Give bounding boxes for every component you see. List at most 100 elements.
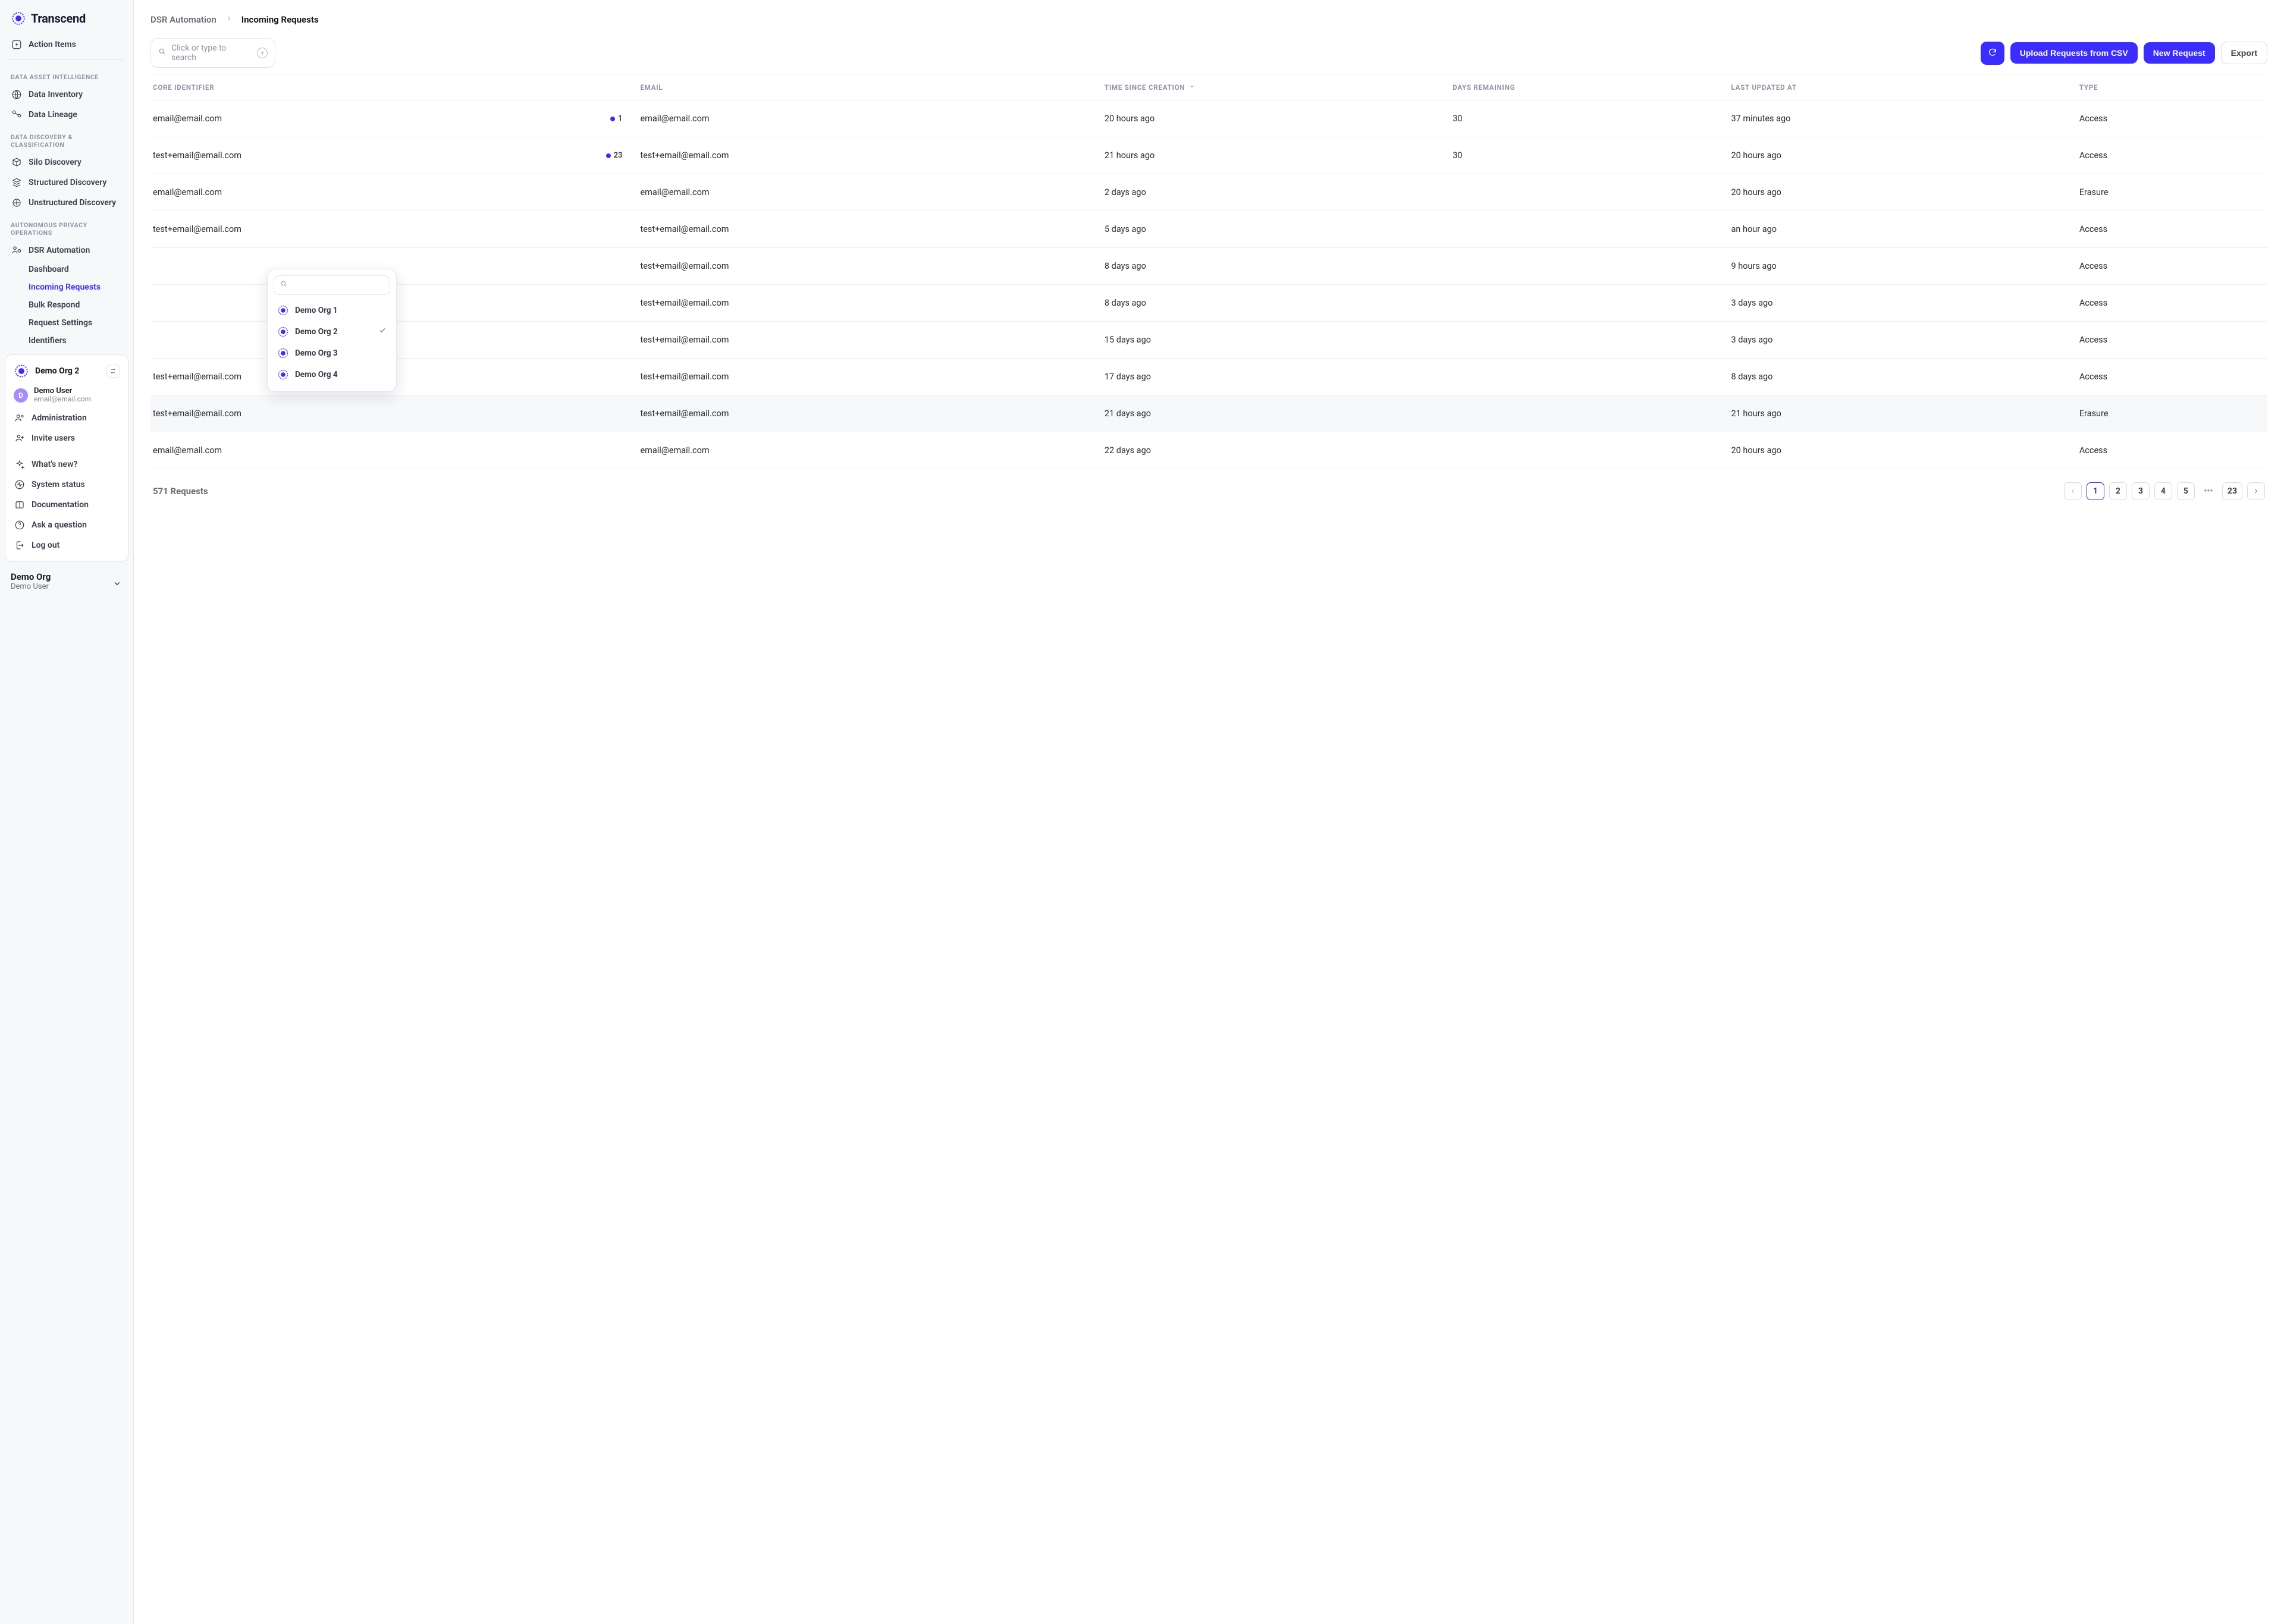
- page-1[interactable]: 1: [2087, 482, 2104, 500]
- link-documentation[interactable]: Documentation: [9, 495, 124, 515]
- col-days[interactable]: DAYS REMAINING: [1452, 83, 1731, 92]
- table-row[interactable]: test+email@email.com8 days ago 9 hours ag…: [150, 248, 2267, 285]
- org-logo-icon: [14, 363, 29, 379]
- admin-icon: [14, 412, 26, 424]
- badge: 23: [606, 151, 641, 160]
- cell-type: Erasure: [2079, 409, 2265, 419]
- link-administration[interactable]: Administration: [9, 408, 124, 428]
- link-label: Ask a question: [32, 520, 87, 530]
- page-next[interactable]: [2247, 482, 2265, 500]
- cell-since: 5 days ago: [1105, 224, 1452, 234]
- org-footer[interactable]: Demo Org Demo User: [0, 566, 133, 599]
- nav-data-inventory[interactable]: Data Inventory: [0, 84, 133, 105]
- cell-updated: 8 days ago: [1731, 372, 2079, 382]
- upload-csv-button[interactable]: Upload Requests from CSV: [2010, 42, 2138, 64]
- cell-since: 8 days ago: [1105, 261, 1452, 271]
- cell-email: test+email@email.com: [640, 409, 1104, 419]
- link-invite-users[interactable]: Invite users: [9, 428, 124, 448]
- cell-type: Access: [2079, 114, 2265, 124]
- table-row[interactable]: email@email.comemail@email.com2 days ago…: [150, 174, 2267, 211]
- nav-action-items[interactable]: Action Items: [0, 34, 133, 55]
- link-ask-question[interactable]: Ask a question: [9, 515, 124, 535]
- page-last[interactable]: 23: [2222, 482, 2242, 500]
- nav-dsr-automation[interactable]: DSR Automation: [0, 240, 133, 260]
- page-5[interactable]: 5: [2177, 482, 2195, 500]
- bolt-icon: [11, 39, 23, 51]
- page-2[interactable]: 2: [2109, 482, 2127, 500]
- breadcrumb: DSR Automation Incoming Requests: [150, 11, 2267, 38]
- org-logo-icon: [277, 326, 289, 338]
- table-row[interactable]: test+email@email.com15 days ago3 days ag…: [150, 322, 2267, 359]
- org-search-input[interactable]: [274, 275, 390, 295]
- org-option[interactable]: Demo Org 1: [274, 300, 390, 321]
- link-logout[interactable]: Log out: [9, 535, 124, 555]
- nav-bulk-respond[interactable]: Bulk Respond: [0, 296, 133, 314]
- table-row[interactable]: test+email@email.comtest+email@email.com…: [150, 211, 2267, 248]
- section-dd: DATA DISCOVERY & CLASSIFICATION: [0, 125, 133, 152]
- nav-silo-discovery[interactable]: Silo Discovery: [0, 152, 133, 172]
- cell-updated: 20 hours ago: [1731, 187, 2079, 197]
- page-ellipsis: •••: [2200, 482, 2217, 500]
- brand[interactable]: Transcend: [0, 7, 133, 34]
- nav-unstructured-discovery[interactable]: Unstructured Discovery: [0, 193, 133, 213]
- cell-since: 22 days ago: [1105, 445, 1452, 456]
- main-content: DSR Automation Incoming Requests Click o…: [134, 0, 2284, 1624]
- cell-email: test+email@email.com: [640, 261, 1104, 271]
- table-row[interactable]: test+email@email.com8 days ago3 days ago…: [150, 285, 2267, 322]
- cell-updated: 9 hours ago: [1731, 261, 2079, 271]
- page-3[interactable]: 3: [2132, 482, 2150, 500]
- col-core[interactable]: CORE IDENTIFIER: [153, 83, 640, 92]
- plus-icon[interactable]: +: [257, 48, 268, 58]
- dot-icon: [610, 117, 615, 121]
- link-system-status[interactable]: System status: [9, 475, 124, 495]
- cell-since: 21 hours ago: [1105, 150, 1452, 161]
- org-option[interactable]: Demo Org 3: [274, 343, 390, 364]
- row-count: 571 Requests: [153, 486, 208, 497]
- nav-identifiers[interactable]: Identifiers: [0, 332, 133, 350]
- table-row[interactable]: email@email.comemail@email.com22 days ag…: [150, 432, 2267, 469]
- col-since[interactable]: TIME SINCE CREATION: [1105, 83, 1452, 92]
- table-header: CORE IDENTIFIER EMAIL TIME SINCE CREATIO…: [150, 74, 2267, 100]
- nav-dashboard[interactable]: Dashboard: [0, 260, 133, 278]
- chevron-down-icon: [1188, 83, 1196, 92]
- col-email[interactable]: EMAIL: [640, 83, 1104, 92]
- org-switcher-popover: Demo Org 1Demo Org 2Demo Org 3Demo Org 4: [267, 269, 397, 392]
- breadcrumb-current: Incoming Requests: [241, 14, 319, 25]
- org-option[interactable]: Demo Org 4: [274, 364, 390, 385]
- nav-data-lineage[interactable]: Data Lineage: [0, 105, 133, 125]
- export-button[interactable]: Export: [2221, 42, 2267, 64]
- refresh-button[interactable]: [1981, 42, 2004, 65]
- breadcrumb-parent[interactable]: DSR Automation: [150, 14, 217, 25]
- status-icon: [14, 479, 26, 491]
- cell-type: Access: [2079, 224, 2265, 234]
- col-updated[interactable]: LAST UPDATED AT: [1731, 83, 2079, 92]
- page-prev[interactable]: [2064, 482, 2082, 500]
- cell-type: Access: [2079, 372, 2265, 382]
- table-row[interactable]: test+email@email.com23test+email@email.c…: [150, 137, 2267, 174]
- cell-type: Access: [2079, 261, 2265, 271]
- link-label: What's new?: [32, 460, 77, 469]
- table-row[interactable]: test+email@email.comtest+email@email.com…: [150, 359, 2267, 395]
- cell-core: email@email.com: [153, 187, 222, 197]
- nav-incoming-requests[interactable]: Incoming Requests: [0, 278, 133, 296]
- org-option[interactable]: Demo Org 2: [274, 321, 390, 343]
- logout-icon: [14, 539, 26, 551]
- help-icon: [14, 519, 26, 531]
- link-label: Documentation: [32, 500, 89, 510]
- new-request-button[interactable]: New Request: [2144, 42, 2215, 64]
- link-whats-new[interactable]: What's new?: [9, 454, 124, 475]
- link-label: Administration: [32, 413, 87, 423]
- org-switcher[interactable]: Demo Org 2: [9, 361, 124, 385]
- table-row[interactable]: test+email@email.comtest+email@email.com…: [150, 395, 2267, 432]
- nav-request-settings[interactable]: Request Settings: [0, 314, 133, 332]
- invite-icon: [14, 432, 26, 444]
- col-type[interactable]: TYPE: [2079, 83, 2265, 92]
- table-row[interactable]: email@email.com1email@email.com20 hours …: [150, 100, 2267, 137]
- nav-structured-discovery[interactable]: Structured Discovery: [0, 172, 133, 193]
- user-row: D Demo User email@email.com: [9, 385, 124, 408]
- avatar: D: [14, 388, 28, 403]
- page-4[interactable]: 4: [2154, 482, 2172, 500]
- nav-label: DSR Automation: [29, 246, 90, 255]
- cell-email: test+email@email.com: [640, 150, 1104, 161]
- search-input[interactable]: Click or type to search +: [150, 38, 275, 68]
